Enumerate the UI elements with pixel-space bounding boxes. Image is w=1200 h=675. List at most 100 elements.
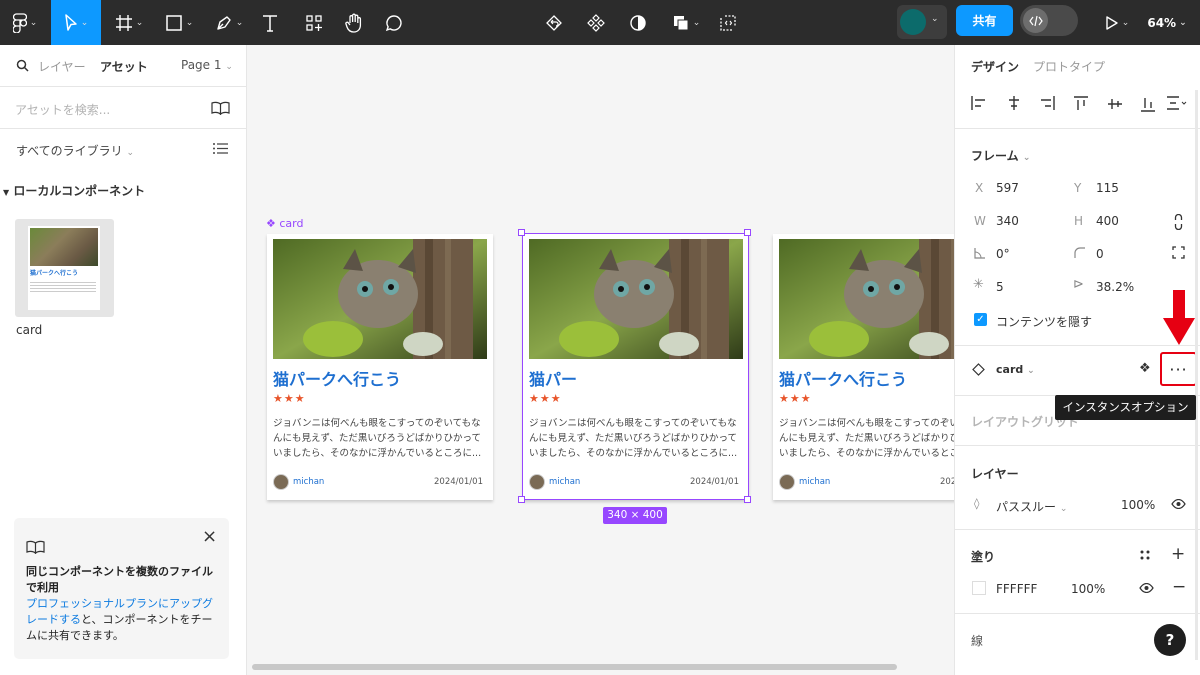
tab-design[interactable]: デザイン: [971, 58, 1019, 75]
resize-handle[interactable]: [744, 229, 751, 236]
count-field[interactable]: 5: [996, 280, 1004, 294]
constrain-proportions-icon[interactable]: [1174, 214, 1183, 230]
layer-label: レイヤー: [971, 467, 1019, 481]
zoom-menu[interactable]: 64% ⌄: [1142, 0, 1192, 45]
x-field[interactable]: 597: [996, 181, 1019, 195]
tab-layers[interactable]: レイヤー: [38, 58, 86, 75]
align-right-icon[interactable]: [1039, 96, 1055, 110]
crop-button[interactable]: [714, 0, 742, 45]
help-button[interactable]: ?: [1154, 624, 1186, 656]
star-rating: ★★★: [273, 392, 306, 405]
resize-handle[interactable]: [744, 496, 751, 503]
component-button[interactable]: [582, 0, 610, 45]
asset-search-input[interactable]: アセットを検索...: [15, 101, 110, 118]
comment-tool-button[interactable]: [380, 0, 408, 45]
instance-options-button[interactable]: ···: [1160, 352, 1197, 386]
align-vertical-center-icon[interactable]: [1108, 96, 1122, 112]
card-instance-3[interactable]: 猫パークへ行こう ★★★ ジョバンニは何べんも眼をこすってのぞいてもなんにも見え…: [773, 234, 954, 500]
y-field[interactable]: 115: [1096, 181, 1119, 195]
present-button[interactable]: ⌄: [1097, 0, 1137, 45]
styles-icon[interactable]: [1140, 550, 1150, 560]
distribute-icon[interactable]: [1167, 96, 1187, 110]
resources-button[interactable]: [300, 0, 328, 45]
ratio-field[interactable]: 38.2%: [1096, 280, 1134, 294]
book-icon[interactable]: [211, 101, 230, 115]
card-instance-1[interactable]: 猫パークへ行こう ★★★ ジョバンニは何べんも眼をこすってのぞいてもなんにも見え…: [267, 234, 493, 500]
fill-label: 塗り: [971, 550, 996, 564]
clip-content-checkbox[interactable]: ✓: [974, 313, 987, 326]
layer-opacity-field[interactable]: 100%: [1121, 498, 1155, 512]
resize-handle[interactable]: [518, 229, 525, 236]
card-body: ジョバンニは何べんも眼をこすってのぞいてもなんにも見えず、ただ黒いびろうどばかり…: [273, 418, 482, 459]
height-field[interactable]: 400: [1096, 214, 1119, 228]
stroke-section: 線 ?: [955, 614, 1200, 675]
canvas[interactable]: ❖ card 猫パークへ行こう ★★★ ジョバンニは何べんも眼をこすってのぞいて…: [247, 45, 954, 675]
library-selector[interactable]: すべてのライブラリ ⌄: [16, 142, 134, 159]
corner-radius-icon: [1074, 247, 1085, 258]
shape-tool-button[interactable]: ⌄: [158, 0, 200, 45]
reset-instance-icon: [546, 14, 562, 31]
corner-radius-field[interactable]: 0: [1096, 247, 1104, 261]
reset-instance-button[interactable]: [540, 0, 568, 45]
eye-icon[interactable]: [1139, 583, 1154, 593]
tab-assets[interactable]: アセット: [100, 58, 148, 75]
frame-header[interactable]: フレーム ⌄: [971, 147, 1030, 164]
rotation-field[interactable]: 0°: [996, 247, 1010, 261]
frame-icon: [115, 14, 132, 31]
boolean-button[interactable]: ⌄: [666, 0, 706, 45]
resize-handle[interactable]: [518, 496, 525, 503]
blend-mode-selector[interactable]: パススルー ⌄: [996, 498, 1067, 515]
pen-tool-button[interactable]: ⌄: [208, 0, 250, 45]
main-menu-button[interactable]: ⌄: [0, 0, 50, 45]
remove-fill-icon[interactable]: −: [1172, 577, 1186, 597]
mask-button[interactable]: [624, 0, 652, 45]
width-field[interactable]: 340: [996, 214, 1019, 228]
hand-tool-button[interactable]: [340, 0, 368, 45]
vertical-scrollbar[interactable]: [1195, 90, 1198, 660]
go-to-main-component-icon[interactable]: ❖: [1139, 361, 1151, 376]
multiplayer-avatars[interactable]: ⌄: [897, 5, 947, 39]
local-components-header[interactable]: ▼ ローカルコンポーネント: [3, 182, 145, 199]
frame-label: フレーム: [971, 149, 1019, 163]
star-rating: ★★★: [529, 392, 562, 405]
frame-tool-button[interactable]: ⌄: [108, 0, 150, 45]
align-top-icon[interactable]: [1074, 96, 1088, 112]
avatar[interactable]: [900, 9, 926, 35]
right-panel: デザイン プロトタイプ フレーム ⌄ X 597 Y 115 W 340 H 4…: [954, 45, 1200, 675]
frame-label[interactable]: ❖ card: [266, 217, 303, 230]
text-tool-button[interactable]: [256, 0, 284, 45]
fill-swatch[interactable]: [972, 581, 986, 595]
instance-selector[interactable]: card ⌄: [996, 363, 1035, 376]
chevron-down-icon: ⌄: [126, 148, 135, 158]
h-label: H: [1074, 214, 1084, 228]
page-selector[interactable]: Page 1 ⌄: [181, 58, 233, 72]
size-badge: 340 × 400: [603, 507, 667, 524]
move-tool-button[interactable]: ⌄: [51, 0, 101, 45]
component-icon: [587, 13, 605, 32]
fill-opacity-field[interactable]: 100%: [1071, 582, 1105, 596]
fill-hex-field[interactable]: FFFFFF: [996, 582, 1037, 596]
horizontal-scrollbar[interactable]: [252, 664, 897, 670]
align-bottom-icon[interactable]: [1141, 96, 1155, 112]
independent-corners-icon[interactable]: [1172, 246, 1185, 259]
close-icon[interactable]: ×: [202, 528, 217, 546]
add-fill-icon[interactable]: +: [1171, 544, 1185, 564]
chevron-down-icon: ⌄: [1022, 153, 1031, 163]
pen-icon: [217, 15, 231, 30]
toolbar: ⌄ ⌄ ⌄ ⌄ ⌄ ⌄ ⌄ 共有 ⌄ 64% ⌄: [0, 0, 1200, 45]
align-left-icon[interactable]: [971, 96, 987, 110]
card-instance-2[interactable]: 猫パー ★★★ ジョバンニは何べんも眼をこすってのぞいてもなんにも見えず、ただ黒…: [523, 234, 749, 500]
code-icon: [1023, 8, 1048, 33]
component-name: card: [16, 323, 43, 337]
list-view-icon[interactable]: [213, 142, 228, 155]
component-icon: ❖: [266, 217, 276, 230]
share-button[interactable]: 共有: [956, 5, 1013, 36]
card-title: 猫パークへ行こう: [273, 370, 402, 389]
instance-icon: [972, 363, 985, 376]
component-thumbnail[interactable]: 猫パークへ行こう: [15, 219, 114, 317]
dev-mode-toggle[interactable]: [1020, 5, 1078, 36]
instance-name: card: [996, 363, 1024, 376]
align-horizontal-center-icon[interactable]: [1006, 96, 1022, 110]
tab-prototype[interactable]: プロトタイプ: [1033, 58, 1105, 75]
eye-icon[interactable]: [1171, 499, 1186, 509]
